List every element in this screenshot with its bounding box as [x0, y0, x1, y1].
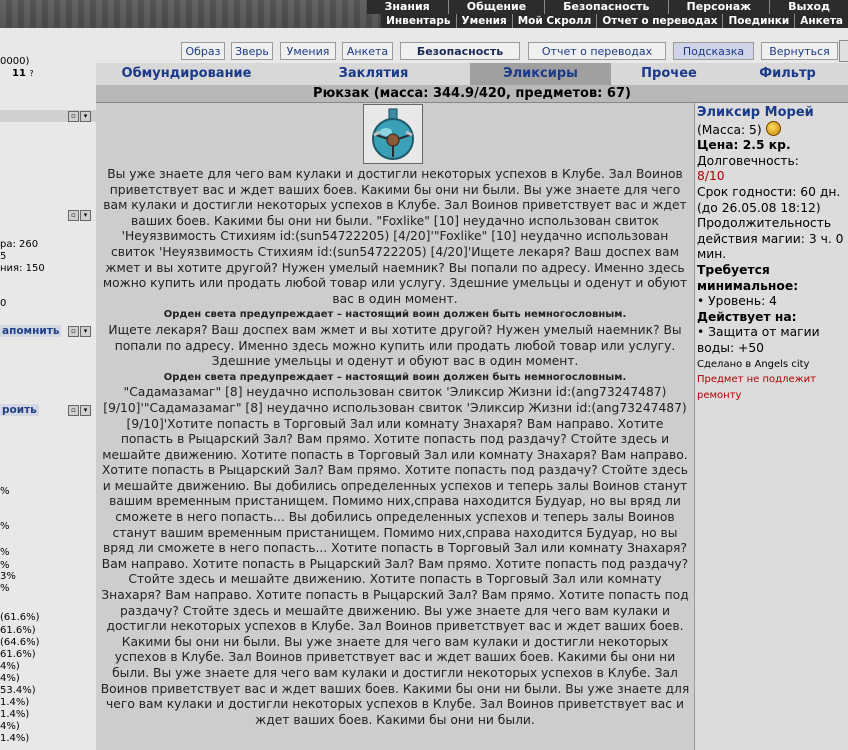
menu-security[interactable]: Безопасность — [544, 0, 667, 14]
item-info-panel: Эликсир Морей (Масса: 5) Цена: 2.5 кр. Д… — [695, 103, 848, 750]
chevron-down-icon[interactable]: ▾ — [80, 111, 91, 122]
chevron-down-icon[interactable]: ▾ — [80, 326, 91, 337]
left-section-controls: ▫ ▾ — [68, 111, 91, 122]
stat-pct-4: 3% — [0, 571, 16, 582]
item-made-in: Сделано в Angels city — [697, 358, 810, 370]
collapse-icon[interactable]: ▫ — [68, 326, 79, 337]
left-section-controls-4: ▫ ▾ — [68, 405, 91, 416]
left-text-6: 0 — [0, 298, 7, 309]
stat-pct-8: (64.6%) — [0, 637, 40, 648]
stat-pct-2: % — [0, 547, 10, 558]
stat-pct-12: 53.4%) — [0, 685, 36, 696]
item-price: Цена: 2.5 кр. — [697, 138, 791, 153]
chat-message-system: Орден света предупреждает – настоящий во… — [163, 371, 627, 383]
level-value: 11 ? — [12, 68, 34, 79]
stat-pct-11: 4%) — [0, 673, 20, 684]
stat-pct-15: 4%) — [0, 721, 20, 732]
submenu-scroll[interactable]: Мой Скролл — [511, 14, 597, 28]
potion-flask-icon — [372, 108, 414, 160]
chevron-down-icon[interactable]: ▾ — [80, 405, 91, 416]
stat-pct-9: 61.6%) — [0, 649, 36, 660]
remember-link[interactable]: апомнить — [0, 325, 62, 337]
top-bar-decoration — [0, 0, 380, 28]
menu-character[interactable]: Персонаж — [667, 0, 770, 14]
stat-pct-5: % — [0, 583, 10, 594]
hint-button[interactable]: Подсказка — [673, 42, 754, 60]
window-corner — [839, 40, 848, 62]
left-text-3: ра: 260 — [0, 239, 39, 250]
stat-pct-14: 1.4%) — [0, 709, 30, 720]
item-repair-note: Предмет не подлежит ремонту — [697, 374, 816, 401]
collapse-icon[interactable]: ▫ — [68, 111, 79, 122]
submenu-fights[interactable]: Поединки — [722, 14, 794, 28]
menu-chat[interactable]: Общение — [447, 0, 544, 14]
stat-pct-10: 4%) — [0, 661, 20, 672]
anketa-button[interactable]: Анкета — [342, 42, 393, 60]
obraz-button[interactable]: Образ — [181, 42, 225, 60]
chevron-down-icon[interactable]: ▾ — [80, 210, 91, 221]
umeniya-button[interactable]: Умения — [280, 42, 336, 60]
left-panel: 0000) 11 ? ▫ ▾ ▫ ▾ ра: 260 5 ния: 150 0 ап… — [0, 28, 96, 750]
stat-pct-6: (61.6%) — [0, 612, 40, 623]
backpack-title: Рюкзак (масса: 344.9/420, предметов: 67) — [96, 85, 848, 103]
sub-menu: Инвентарь Умения Мой Скролл Отчет о пере… — [381, 14, 848, 28]
tab-elixirs[interactable]: Эликсиры — [470, 63, 611, 85]
return-button[interactable]: Вернуться — [761, 42, 838, 60]
stat-pct-0: % — [0, 486, 10, 497]
item-mass-row: (Масса: 5) — [697, 120, 848, 139]
security-button[interactable]: Безопасность — [400, 42, 520, 60]
left-section-controls-2: ▫ ▾ — [68, 210, 91, 221]
tab-filter[interactable]: Фильтр — [727, 63, 848, 85]
item-expiry: Срок годности: 60 дн. (до 26.05.08 18:12… — [697, 184, 841, 215]
build-link[interactable]: роить — [0, 404, 39, 416]
chat-log: Вы уже знаете для чего вам кулаки и дост… — [96, 167, 694, 728]
chat-message: Ищете лекаря? Ваш доспех вам жмет и вы х… — [108, 322, 682, 369]
item-name[interactable]: Эликсир Морей — [697, 105, 848, 121]
inventory-tabs: Обмундирование Заклятия Эликсиры Прочее … — [96, 63, 848, 85]
submenu-profile[interactable]: Анкета — [794, 14, 848, 28]
zver-button[interactable]: Зверь — [231, 42, 273, 60]
stat-pct-13: 1.4%) — [0, 697, 30, 708]
stat-pct-16: 1.4%) — [0, 733, 30, 744]
chat-message: "Садамазамаг" [8] неудачно использован с… — [100, 385, 690, 727]
item-durability-label: Долговечность: — [697, 153, 799, 168]
collapse-icon[interactable]: ▫ — [68, 210, 79, 221]
item-requirements-label: Требуется минимальное: — [697, 262, 799, 293]
stat-pct-3: % — [0, 560, 10, 571]
stat-pct-7: 61.6%) — [0, 625, 36, 636]
chat-message-system: Орден света предупреждает – настоящий во… — [163, 309, 627, 321]
gold-coin-icon — [765, 120, 781, 136]
menu-knowledge[interactable]: Знания — [367, 0, 448, 14]
item-effect: • Защита от магии воды: +50 — [697, 325, 820, 355]
submenu-inventory[interactable]: Инвентарь — [381, 14, 455, 28]
left-section-controls-3: ▫ ▾ — [68, 326, 91, 337]
main-menu: Знания Общение Безопасность Персонаж Вых… — [366, 0, 848, 14]
item-magic-duration: Продолжительность действия магии: 3 ч. 0… — [697, 216, 844, 262]
stat-pct-1: % — [0, 521, 10, 532]
submenu-transfers[interactable]: Отчет о переводах — [596, 14, 722, 28]
tab-equipment[interactable]: Обмундирование — [96, 63, 277, 85]
item-area: Вы уже знаете для чего вам кулаки и дост… — [96, 103, 695, 750]
menu-exit[interactable]: Выход — [769, 0, 848, 14]
tab-other[interactable]: Прочее — [611, 63, 727, 85]
help-icon[interactable]: ? — [29, 69, 33, 78]
item-required-level: • Уровень: 4 — [697, 294, 777, 309]
item-effects-label: Действует на: — [697, 309, 797, 324]
left-text-1: 0000) — [0, 56, 30, 67]
submenu-skills[interactable]: Умения — [455, 14, 512, 28]
top-bar: Знания Общение Безопасность Персонаж Вых… — [0, 0, 848, 28]
tab-spells[interactable]: Заклятия — [277, 63, 470, 85]
left-text-4: 5 — [0, 251, 7, 262]
left-text-5: ния: 150 — [0, 263, 45, 274]
chat-message: Вы уже знаете для чего вам кулаки и дост… — [102, 167, 688, 306]
potion-item-image[interactable] — [363, 104, 423, 164]
transfers-report-button[interactable]: Отчет о переводах — [528, 42, 666, 60]
level-number: 11 — [12, 68, 26, 79]
collapse-icon[interactable]: ▫ — [68, 405, 79, 416]
item-mass: (Масса: 5) — [697, 122, 762, 137]
item-durability-value: 8/10 — [697, 169, 725, 184]
